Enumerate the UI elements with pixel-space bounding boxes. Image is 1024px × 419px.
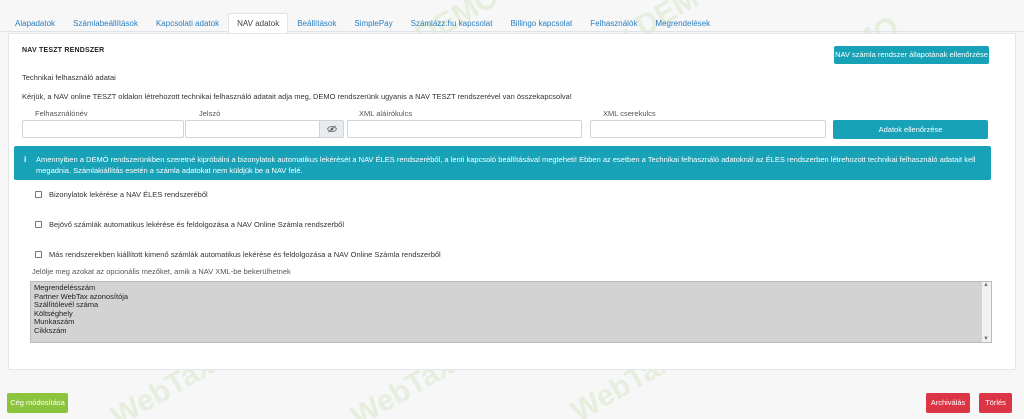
archive-button[interactable]: Archiválás: [926, 393, 970, 413]
tab-beallitasok[interactable]: Beállítások: [288, 13, 345, 32]
list-item[interactable]: Munkaszám: [31, 318, 983, 327]
list-item[interactable]: Partner WebTax azonosítója: [31, 292, 983, 302]
password-label: Jelszó: [199, 109, 221, 118]
optional-fields-listbox[interactable]: Megrendelésszám Partner WebTax azonosító…: [30, 281, 992, 343]
tab-nav-adatok[interactable]: NAV adatok: [228, 13, 289, 33]
xml-exchange-key-label: XML cserekulcs: [603, 109, 656, 118]
show-password-icon[interactable]: [319, 121, 343, 137]
scroll-down-icon[interactable]: ▼: [983, 336, 989, 342]
section-subtitle: Technikai felhasználó adatai: [22, 73, 116, 82]
xml-exchange-key-input[interactable]: [590, 120, 826, 138]
xml-sign-key-input[interactable]: [347, 120, 582, 138]
checkbox-row-live-download[interactable]: Bizonylatok lekérése a NAV ÉLES rendszer…: [35, 190, 208, 199]
tab-simplepay[interactable]: SimplePay: [345, 13, 401, 32]
list-item[interactable]: Költséghely: [31, 309, 983, 319]
username-input[interactable]: [22, 120, 184, 138]
listbox-scrollbar[interactable]: ▲ ▼: [982, 282, 991, 342]
checkbox-label: Bizonylatok lekérése a NAV ÉLES rendszer…: [49, 190, 208, 199]
modify-company-button[interactable]: Cég módosítása: [7, 393, 68, 413]
checkbox-label: Bejövő számlák automatikus lekérése és f…: [49, 220, 345, 229]
xml-sign-key-label: XML aláírókulcs: [359, 109, 413, 118]
info-icon: i: [24, 155, 27, 164]
password-input[interactable]: [185, 120, 344, 138]
alert-text: Amennyiben a DEMÓ rendszerünkben szeretn…: [36, 155, 976, 175]
section-title: NAV TESZT RENDSZER: [22, 47, 105, 54]
live-download-checkbox[interactable]: [35, 191, 42, 198]
delete-button[interactable]: Törlés: [979, 393, 1012, 413]
checkbox-row-outgoing-invoices[interactable]: Más rendszerekben kiállított kimenő szám…: [35, 250, 441, 259]
tab-megrendelesek[interactable]: Megrendelések: [646, 13, 719, 32]
optional-fields-label: Jelölje meg azokat az opcionális mezőket…: [32, 267, 291, 276]
tab-kapcsolati-adatok[interactable]: Kapcsolati adatok: [147, 13, 228, 32]
tab-billingo-kapcsolat[interactable]: Billingo kapcsolat: [501, 13, 581, 32]
info-alert: i Amennyiben a DEMÓ rendszerünkben szere…: [14, 146, 991, 180]
list-item[interactable]: Szállítólevél száma: [31, 301, 983, 310]
tab-bar: Alapadatok Számlabeállítások Kapcsolati …: [0, 13, 1024, 33]
list-item[interactable]: Megrendelésszám: [31, 283, 983, 293]
nav-settings-panel: NAV TESZT RENDSZER NAV számla rendszer á…: [8, 33, 1016, 370]
tab-alapadatok[interactable]: Alapadatok: [6, 13, 64, 32]
check-data-button[interactable]: Adatok ellenőrzése: [833, 120, 988, 139]
checkbox-label: Más rendszerekben kiállított kimenő szám…: [49, 250, 441, 259]
nav-status-check-button[interactable]: NAV számla rendszer állapotának ellenőrz…: [834, 46, 989, 64]
username-label: Felhasználónév: [35, 109, 88, 118]
tab-szamlabeallitasok[interactable]: Számlabeállítások: [64, 13, 147, 32]
tab-felhasznalok[interactable]: Felhasználók: [581, 13, 646, 32]
incoming-invoices-checkbox[interactable]: [35, 221, 42, 228]
list-item[interactable]: Cikkszám: [31, 326, 983, 336]
tab-szamlazz-kapcsolat[interactable]: Számlázz.hu kapcsolat: [402, 13, 502, 32]
section-description: Kérjük, a NAV online TESZT oldalon létre…: [22, 92, 572, 101]
scroll-up-icon[interactable]: ▲: [983, 282, 989, 288]
checkbox-row-incoming-invoices[interactable]: Bejövő számlák automatikus lekérése és f…: [35, 220, 344, 229]
outgoing-invoices-checkbox[interactable]: [35, 251, 42, 258]
